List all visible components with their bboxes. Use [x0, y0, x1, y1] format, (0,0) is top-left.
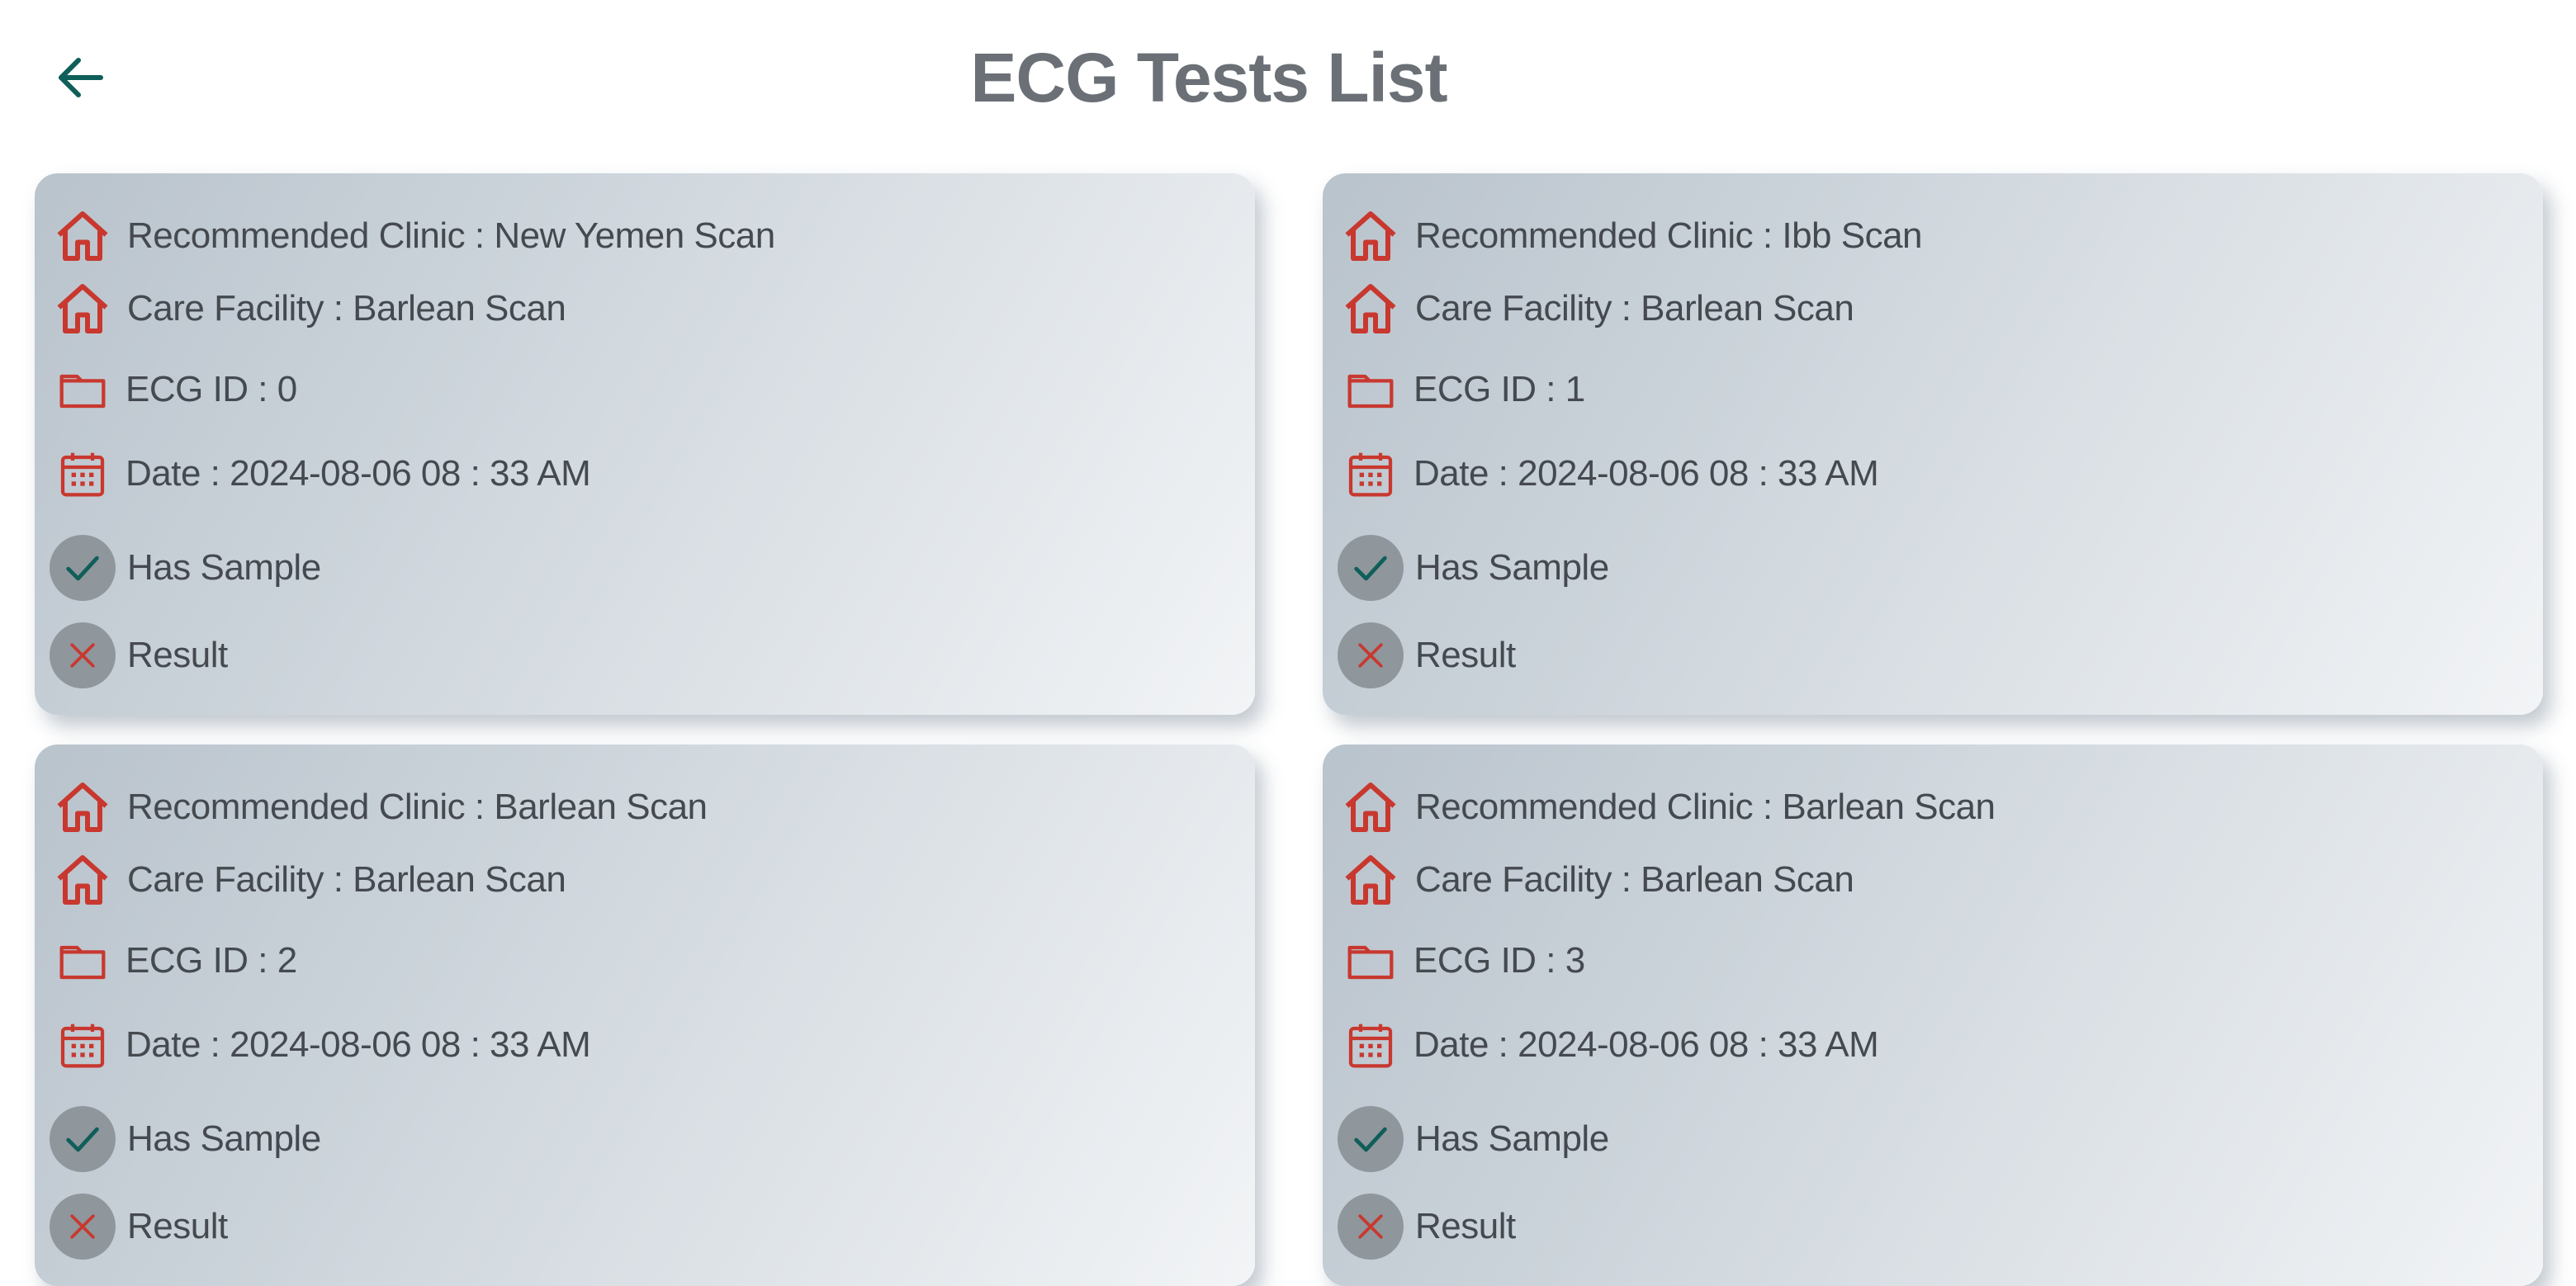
check-icon [1338, 535, 1404, 601]
close-icon [50, 622, 116, 688]
recommended-clinic: Recommended Clinic : Barlean Scan [1415, 787, 1996, 827]
sample-status-row: Has Sample [48, 1106, 321, 1172]
date-row: Date : 2024-08-06 08 : 33 AM [1336, 1012, 1879, 1078]
check-icon [1338, 1106, 1404, 1172]
check-icon [50, 1106, 116, 1172]
facility-row: Care Facility : Barlean Scan [1336, 276, 1854, 342]
calendar-icon [48, 1012, 117, 1078]
home-icon [48, 847, 117, 913]
folder-icon [48, 928, 117, 994]
ecg-id: ECG ID : 0 [125, 369, 297, 409]
has-sample-label: Has Sample [1415, 1118, 1609, 1159]
date-row: Date : 2024-08-06 08 : 33 AM [1336, 441, 1879, 507]
result-label: Result [1415, 635, 1516, 675]
clinic-row: Recommended Clinic : Barlean Scan [48, 774, 708, 840]
home-icon [48, 774, 117, 840]
test-date: Date : 2024-08-06 08 : 33 AM [125, 1024, 591, 1065]
calendar-icon [1336, 1012, 1405, 1078]
ecg-id-row: ECG ID : 1 [1336, 357, 1585, 423]
result-status-row: Result [1336, 622, 1516, 688]
care-facility: Care Facility : Barlean Scan [1415, 288, 1854, 329]
test-date: Date : 2024-08-06 08 : 33 AM [1413, 1024, 1879, 1065]
sample-status-row: Has Sample [1336, 535, 1609, 601]
home-icon [48, 203, 117, 269]
folder-icon [1336, 357, 1405, 423]
result-label: Result [127, 635, 228, 675]
sample-status-row: Has Sample [48, 535, 321, 601]
facility-row: Care Facility : Barlean Scan [48, 276, 566, 342]
care-facility: Care Facility : Barlean Scan [127, 859, 566, 900]
date-row: Date : 2024-08-06 08 : 33 AM [48, 1012, 591, 1078]
result-label: Result [1415, 1206, 1516, 1246]
result-status-row: Result [48, 1194, 228, 1260]
recommended-clinic: Recommended Clinic : Ibb Scan [1415, 215, 1923, 256]
clinic-row: Recommended Clinic : New Yemen Scan [48, 203, 775, 269]
care-facility: Care Facility : Barlean Scan [127, 288, 566, 329]
has-sample-label: Has Sample [127, 547, 321, 588]
ecg-id-row: ECG ID : 0 [48, 357, 297, 423]
care-facility: Care Facility : Barlean Scan [1415, 859, 1854, 900]
facility-row: Care Facility : Barlean Scan [48, 847, 566, 913]
home-icon [1336, 276, 1405, 342]
calendar-icon [48, 441, 117, 507]
ecg-id-row: ECG ID : 3 [1336, 928, 1585, 994]
ecg-test-card[interactable]: Recommended Clinic : Ibb Scan Care Facil… [1323, 173, 2543, 715]
ecg-id: ECG ID : 1 [1413, 369, 1585, 409]
clinic-row: Recommended Clinic : Ibb Scan [1336, 203, 1923, 269]
test-date: Date : 2024-08-06 08 : 33 AM [1413, 453, 1879, 494]
ecg-id: ECG ID : 2 [125, 940, 297, 981]
home-icon [1336, 203, 1405, 269]
check-icon [50, 535, 116, 601]
close-icon [1338, 622, 1404, 688]
recommended-clinic: Recommended Clinic : Barlean Scan [127, 787, 708, 827]
calendar-icon [1336, 441, 1405, 507]
clinic-row: Recommended Clinic : Barlean Scan [1336, 774, 1996, 840]
home-icon [48, 276, 117, 342]
date-row: Date : 2024-08-06 08 : 33 AM [48, 441, 591, 507]
has-sample-label: Has Sample [1415, 547, 1609, 588]
ecg-test-card[interactable]: Recommended Clinic : Barlean Scan Care F… [35, 745, 1255, 1286]
result-status-row: Result [1336, 1194, 1516, 1260]
home-icon [1336, 774, 1405, 840]
home-icon [1336, 847, 1405, 913]
ecg-test-card[interactable]: Recommended Clinic : Barlean Scan Care F… [1323, 745, 2543, 1286]
ecg-id: ECG ID : 3 [1413, 940, 1585, 981]
folder-icon [48, 357, 117, 423]
test-date: Date : 2024-08-06 08 : 33 AM [125, 453, 591, 494]
ecg-test-list: Recommended Clinic : New Yemen Scan Care… [35, 173, 2543, 1286]
close-icon [1338, 1194, 1404, 1260]
sample-status-row: Has Sample [1336, 1106, 1609, 1172]
recommended-clinic: Recommended Clinic : New Yemen Scan [127, 215, 775, 256]
has-sample-label: Has Sample [127, 1118, 321, 1159]
ecg-id-row: ECG ID : 2 [48, 928, 297, 994]
page-title: ECG Tests List [970, 39, 1447, 116]
result-label: Result [127, 1206, 228, 1246]
facility-row: Care Facility : Barlean Scan [1336, 847, 1854, 913]
result-status-row: Result [48, 622, 228, 688]
ecg-test-card[interactable]: Recommended Clinic : New Yemen Scan Care… [35, 173, 1255, 715]
folder-icon [1336, 928, 1405, 994]
close-icon [50, 1194, 116, 1260]
